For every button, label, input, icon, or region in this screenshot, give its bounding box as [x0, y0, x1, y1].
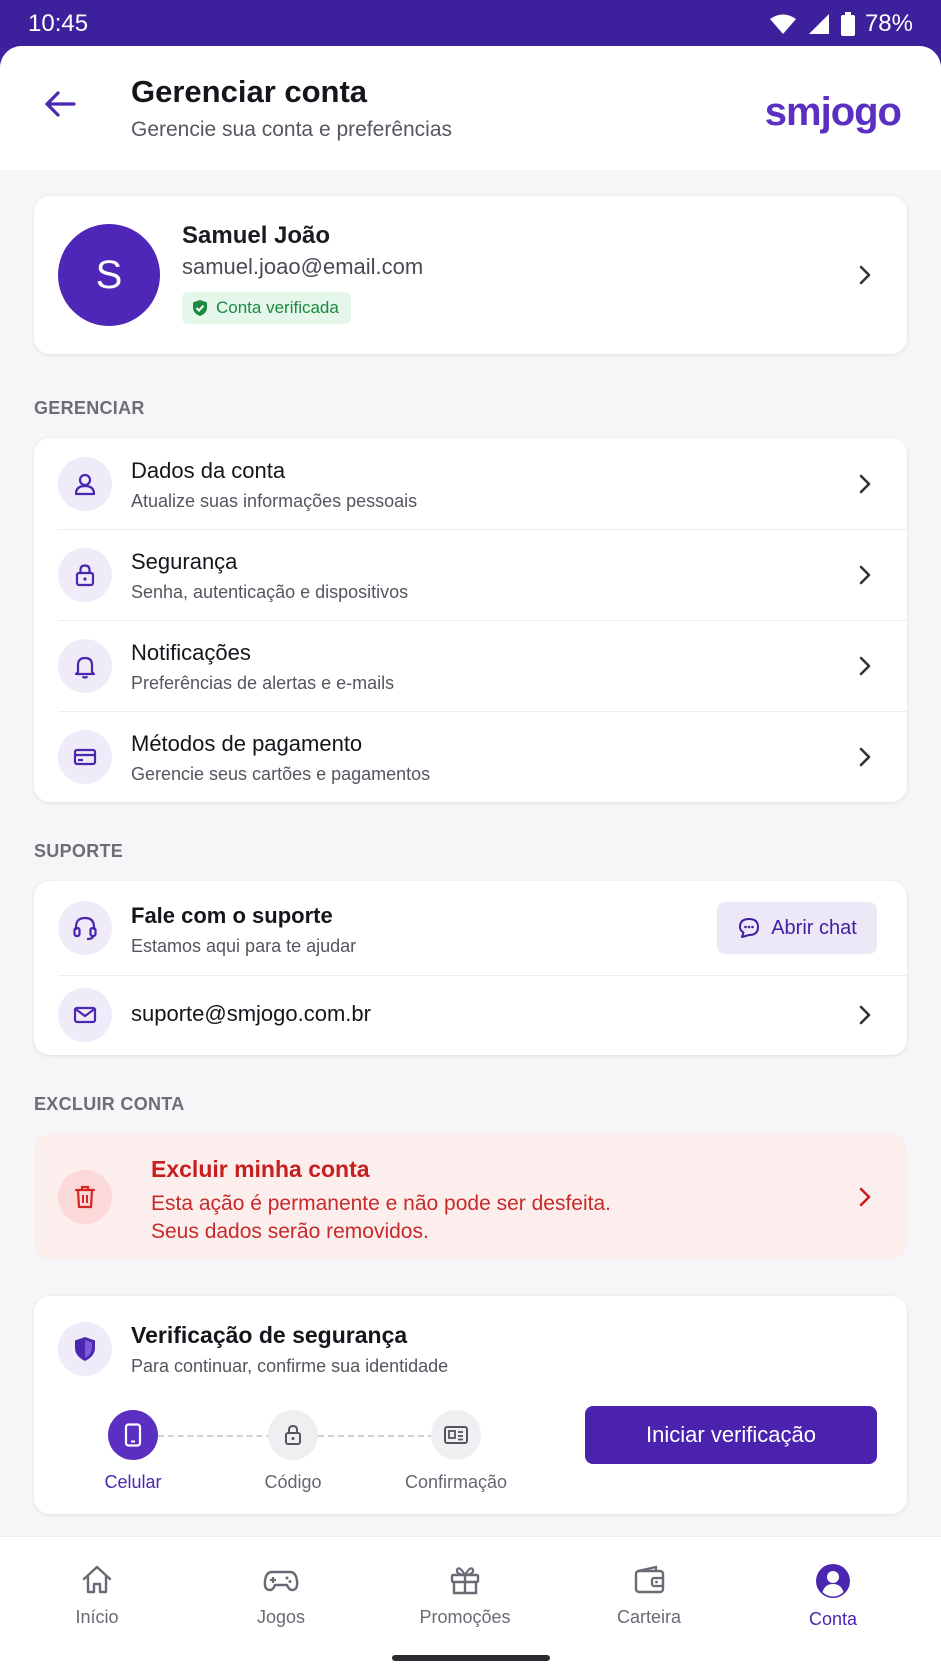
bottom-navigation: Início Jogos Promoções Carteira Conta — [0, 1536, 941, 1672]
menu-item-subtitle: Preferências de alertas e e-mails — [131, 673, 395, 693]
support-contact-row: Fale com o suporte Estamos aqui para te … — [34, 881, 907, 975]
section-manage-heading: GERENCIAR — [34, 398, 145, 418]
gamepad-icon — [263, 1570, 299, 1592]
section-delete-heading: EXCLUIR CONTA — [34, 1094, 185, 1114]
menu-item-title: Métodos de pagamento — [131, 731, 363, 756]
nav-item-home[interactable]: Início — [3, 1537, 191, 1657]
wallet-icon — [634, 1565, 665, 1594]
verification-title: Verificação de segurança — [131, 1322, 408, 1348]
user-icon — [58, 457, 112, 511]
step-phone — [108, 1410, 158, 1460]
brand-logo: smjogo — [764, 90, 902, 134]
support-title: Fale com o suporte — [131, 903, 333, 928]
status-icons: 78% — [769, 10, 913, 38]
nav-item-account[interactable]: Conta — [739, 1537, 927, 1657]
avatar: S — [58, 224, 160, 326]
step-connector — [318, 1435, 444, 1437]
chevron-right-icon — [859, 1005, 871, 1025]
delete-warning-line: Seus dados serão removidos. — [151, 1220, 429, 1243]
lock-icon — [285, 1424, 301, 1445]
step-label: Código — [264, 1472, 322, 1492]
nav-item-label: Conta — [808, 1609, 858, 1629]
support-email: suporte@smjogo.com.br — [131, 1001, 371, 1026]
lock-icon — [58, 548, 112, 602]
profile-card[interactable]: S Samuel João samuel.joao@email.com Cont… — [34, 196, 907, 354]
chevron-right-icon — [859, 747, 871, 767]
security-verification-card: Verificação de segurança Para continuar,… — [34, 1296, 907, 1514]
home-indicator — [392, 1655, 550, 1661]
shield-icon — [58, 1322, 112, 1376]
chat-bubble-icon — [739, 918, 760, 938]
shield-check-icon — [193, 300, 207, 316]
step-label: Confirmação — [404, 1472, 508, 1492]
gift-icon — [450, 1567, 480, 1595]
page-title: Gerenciar conta — [131, 74, 368, 109]
nav-item-label: Carteira — [616, 1607, 682, 1627]
screen: Gerenciar conta Gerencie sua conta e pre… — [0, 46, 941, 1672]
status-bar: 10:45 78% — [0, 0, 941, 48]
menu-item-title: Notificações — [131, 640, 251, 665]
step-code — [268, 1410, 318, 1460]
support-email-row[interactable]: suporte@smjogo.com.br — [34, 975, 907, 1055]
signal-icon — [808, 14, 829, 34]
step-confirmation — [431, 1410, 481, 1460]
user-circle-icon — [816, 1564, 850, 1598]
app-header: Gerenciar conta Gerencie sua conta e pre… — [0, 46, 941, 170]
arrow-left-icon — [45, 91, 76, 117]
delete-warning-line: Esta ação é permanente e não pode ser de… — [151, 1192, 611, 1215]
support-card: Fale com o suporte Estamos aqui para te … — [34, 881, 907, 1055]
delete-account-title: Excluir minha conta — [151, 1156, 370, 1182]
nav-item-label: Promoções — [419, 1607, 511, 1627]
start-verification-button[interactable]: Iniciar verificação — [585, 1406, 877, 1464]
headset-icon — [58, 901, 112, 955]
nav-item-label: Início — [75, 1607, 119, 1627]
id-card-icon — [444, 1426, 468, 1444]
chevron-right-icon — [859, 265, 871, 285]
menu-item-notifications[interactable]: Notificações Preferências de alertas e e… — [34, 620, 907, 711]
step-connector — [158, 1435, 282, 1437]
status-time: 10:45 — [28, 10, 89, 37]
trash-icon — [58, 1170, 112, 1224]
profile-name: Samuel João — [182, 222, 331, 249]
open-chat-button[interactable]: Abrir chat — [717, 902, 877, 954]
menu-item-security[interactable]: Segurança Senha, autenticação e disposit… — [34, 529, 907, 620]
chevron-right-icon — [859, 1187, 871, 1207]
back-button[interactable] — [36, 80, 84, 128]
delete-account-card[interactable]: Excluir minha conta Esta ação é permanen… — [34, 1134, 907, 1260]
wifi-icon — [769, 14, 796, 34]
nav-item-wallet[interactable]: Carteira — [555, 1537, 743, 1657]
menu-item-title: Dados da conta — [131, 458, 286, 483]
menu-item-payment-methods[interactable]: Métodos de pagamento Gerencie seus cartõ… — [34, 711, 907, 802]
menu-item-subtitle: Gerencie seus cartões e pagamentos — [131, 764, 431, 784]
phone-icon — [124, 1423, 142, 1447]
credit-card-icon — [58, 730, 112, 784]
section-support-heading: SUPORTE — [34, 841, 124, 861]
menu-item-title: Segurança — [131, 549, 238, 574]
battery-level: 78% — [864, 10, 913, 37]
manage-card: Dados da conta Atualize suas informações… — [34, 438, 907, 802]
page-subtitle: Gerencie sua conta e preferências — [131, 118, 453, 141]
chevron-right-icon — [859, 565, 871, 585]
open-chat-label: Abrir chat — [771, 916, 857, 939]
nav-item-label: Jogos — [256, 1607, 306, 1627]
home-icon — [82, 1565, 112, 1594]
menu-item-subtitle: Atualize suas informações pessoais — [131, 491, 418, 511]
verified-badge-label: Conta verificada — [216, 298, 339, 317]
chevron-right-icon — [859, 474, 871, 494]
battery-icon — [840, 12, 855, 36]
delete-account-warning: Esta ação é permanente e não pode ser de… — [151, 1190, 791, 1246]
chevron-right-icon — [859, 656, 871, 676]
nav-item-games[interactable]: Jogos — [187, 1537, 375, 1657]
bell-icon — [58, 639, 112, 693]
step-label: Celular — [104, 1472, 162, 1492]
verified-badge: Conta verificada — [182, 292, 351, 324]
profile-email: samuel.joao@email.com — [182, 254, 424, 279]
nav-item-promotions[interactable]: Promoções — [371, 1537, 559, 1657]
menu-item-account-data[interactable]: Dados da conta Atualize suas informações… — [34, 438, 907, 529]
menu-item-subtitle: Senha, autenticação e dispositivos — [131, 582, 409, 602]
verification-subtitle: Para continuar, confirme sua identidade — [131, 1356, 449, 1376]
support-subtitle: Estamos aqui para te ajudar — [131, 936, 357, 956]
mail-icon — [58, 988, 112, 1042]
